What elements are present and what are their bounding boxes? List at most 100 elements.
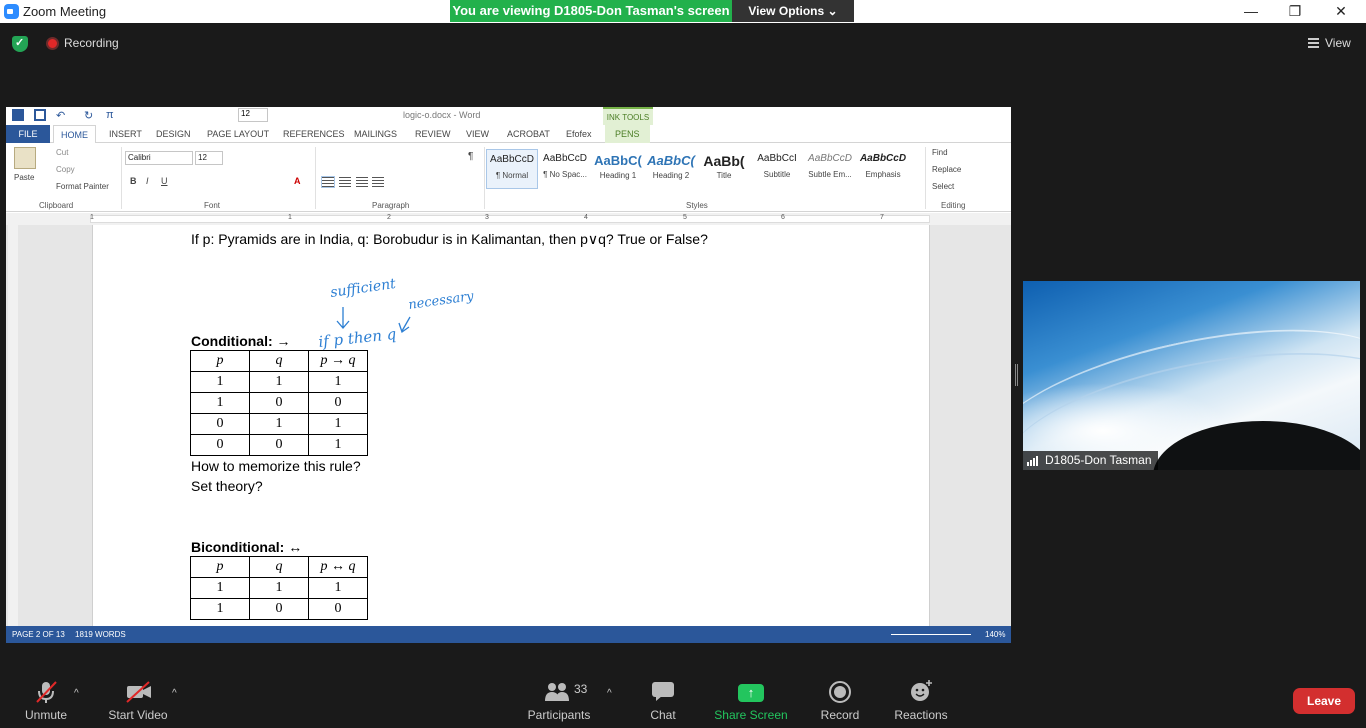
participants-options-caret[interactable]: ^ (607, 688, 612, 699)
style-emphasis[interactable]: AaBbCcD Emphasis (857, 149, 909, 189)
word-count[interactable]: 1819 WORDS (75, 630, 126, 639)
tab-insert[interactable]: INSERT (109, 125, 142, 143)
view-button[interactable]: View (1304, 33, 1356, 53)
document-page[interactable]: If p: Pyramids are in India, q: Borobudu… (92, 225, 930, 626)
style-sample: AaBbCcD (808, 153, 852, 164)
table-row: 1 0 0 (190, 598, 368, 620)
table-cell: 0 (190, 413, 250, 435)
tab-mailings[interactable]: MAILINGS (354, 125, 397, 143)
ruler-number: 1 (90, 214, 94, 221)
cut-label[interactable]: Cut (56, 148, 68, 157)
table-cell: 1 (190, 371, 250, 393)
record-button[interactable]: Record (815, 668, 865, 728)
unmute-label: Unmute (24, 708, 68, 722)
reactions-button[interactable]: Reactions (890, 668, 952, 728)
page-indicator[interactable]: PAGE 2 OF 13 (12, 630, 65, 639)
ruler-number: 3 (485, 214, 489, 221)
tab-page-layout[interactable]: PAGE LAYOUT (207, 125, 269, 143)
style-name: Subtle Em... (808, 170, 852, 179)
participant-video[interactable]: D1805-Don Tasman (1023, 281, 1360, 470)
view-label: View (1325, 36, 1351, 50)
restore-button[interactable]: ❐ (1272, 0, 1318, 23)
tab-review[interactable]: REVIEW (415, 125, 451, 143)
vertical-ruler[interactable] (8, 225, 18, 626)
style-title[interactable]: AaBb( Title (698, 149, 750, 189)
quick-font-size[interactable]: 12 (238, 108, 268, 122)
style-heading-2[interactable]: AaBbC( Heading 2 (645, 149, 697, 189)
horizontal-ruler[interactable]: 1 1 2 3 4 5 6 7 (6, 213, 1011, 225)
table-cell: 0 (249, 392, 309, 414)
pilcrow-icon[interactable]: ¶ (468, 151, 473, 162)
tab-view[interactable]: VIEW (466, 125, 489, 143)
minimize-button[interactable]: — (1228, 0, 1274, 23)
window-title: Zoom Meeting (23, 4, 107, 19)
bold-button[interactable]: B (130, 176, 137, 186)
format-painter-label[interactable]: Format Painter (56, 182, 109, 191)
leave-button[interactable]: Leave (1293, 688, 1355, 714)
tab-references[interactable]: REFERENCES (283, 125, 345, 143)
font-color-button[interactable]: A (294, 176, 301, 186)
security-shield-icon[interactable] (12, 36, 28, 52)
zoom-app-icon (4, 4, 19, 19)
pi-icon[interactable]: π (106, 109, 118, 121)
table-row: 0 0 1 (190, 434, 368, 456)
panel-resize-handle[interactable] (1015, 364, 1018, 386)
zoom-level[interactable]: 140% (985, 630, 1005, 639)
save-icon[interactable] (34, 109, 46, 121)
video-camera-muted-icon (126, 681, 151, 703)
participants-button[interactable]: 33 Participants (524, 668, 594, 728)
style-name: Subtitle (763, 170, 791, 179)
align-right-icon[interactable] (356, 177, 368, 187)
find-button[interactable]: Find (932, 148, 948, 157)
select-label: Select (932, 182, 955, 191)
unmute-button[interactable]: Unmute (16, 668, 76, 728)
undo-icon[interactable]: ↶ (56, 109, 68, 122)
view-options-label: View Options (748, 4, 825, 18)
style-subtitle[interactable]: AaBbCcI Subtitle (751, 149, 803, 189)
paste-icon[interactable] (14, 147, 36, 169)
redo-icon[interactable]: ↻ (84, 109, 96, 122)
tab-efofex[interactable]: Efofex (566, 125, 592, 143)
style-name: ¶ Normal (495, 171, 529, 180)
tab-home[interactable]: HOME (53, 125, 96, 143)
view-options-button[interactable]: View Options ⌄ (732, 0, 854, 22)
tab-acrobat[interactable]: ACROBAT (507, 125, 550, 143)
chat-button[interactable]: Chat (638, 668, 688, 728)
table-cell: 1 (308, 434, 368, 456)
tab-pens[interactable]: PENS (605, 125, 650, 143)
replace-button[interactable]: Replace (932, 165, 961, 174)
table-header: p (190, 350, 250, 372)
table-cell: 1 (190, 392, 250, 414)
video-options-caret[interactable]: ^ (172, 688, 177, 699)
table-cell: 1 (249, 577, 309, 599)
style-heading-1[interactable]: AaBbC( Heading 1 (592, 149, 644, 189)
close-button[interactable]: ✕ (1318, 0, 1364, 23)
style-sample: AaBbCcD (859, 153, 907, 164)
style-normal[interactable]: AaBbCcD ¶ Normal (486, 149, 538, 189)
share-screen-button[interactable]: ↑ Share Screen (711, 668, 791, 728)
start-video-button[interactable]: Start Video (103, 668, 173, 728)
audio-options-caret[interactable]: ^ (74, 688, 79, 699)
font-size-select[interactable]: 12 (195, 151, 223, 165)
select-button[interactable]: Select (932, 182, 954, 191)
ruler-number: 7 (880, 214, 884, 221)
underline-button[interactable]: U (161, 176, 168, 186)
tab-design[interactable]: DESIGN (156, 125, 191, 143)
tab-file[interactable]: FILE (6, 125, 50, 143)
copy-label[interactable]: Copy (56, 165, 75, 174)
style-subtle-emphasis[interactable]: AaBbCcD Subtle Em... (804, 149, 856, 189)
font-name-select[interactable]: Calibri (125, 151, 193, 165)
table-header: p (190, 556, 250, 578)
style-sample: AaBbCcD (490, 154, 534, 165)
style-no-spacing[interactable]: AaBbCcD ¶ No Spac... (539, 149, 591, 189)
align-center-icon[interactable] (339, 177, 351, 187)
justify-icon[interactable] (372, 177, 384, 187)
zoom-slider[interactable] (891, 634, 971, 635)
table-cell: 0 (308, 392, 368, 414)
align-left-icon[interactable] (321, 176, 335, 188)
paste-label[interactable]: Paste (14, 173, 34, 182)
table-row: 0 1 1 (190, 413, 368, 435)
shared-screen[interactable]: ↶ ↻ π 12 logic-o.docx - Word INK TOOLS F… (6, 107, 1011, 643)
participants-icon (545, 683, 569, 701)
italic-button[interactable]: I (146, 176, 149, 186)
